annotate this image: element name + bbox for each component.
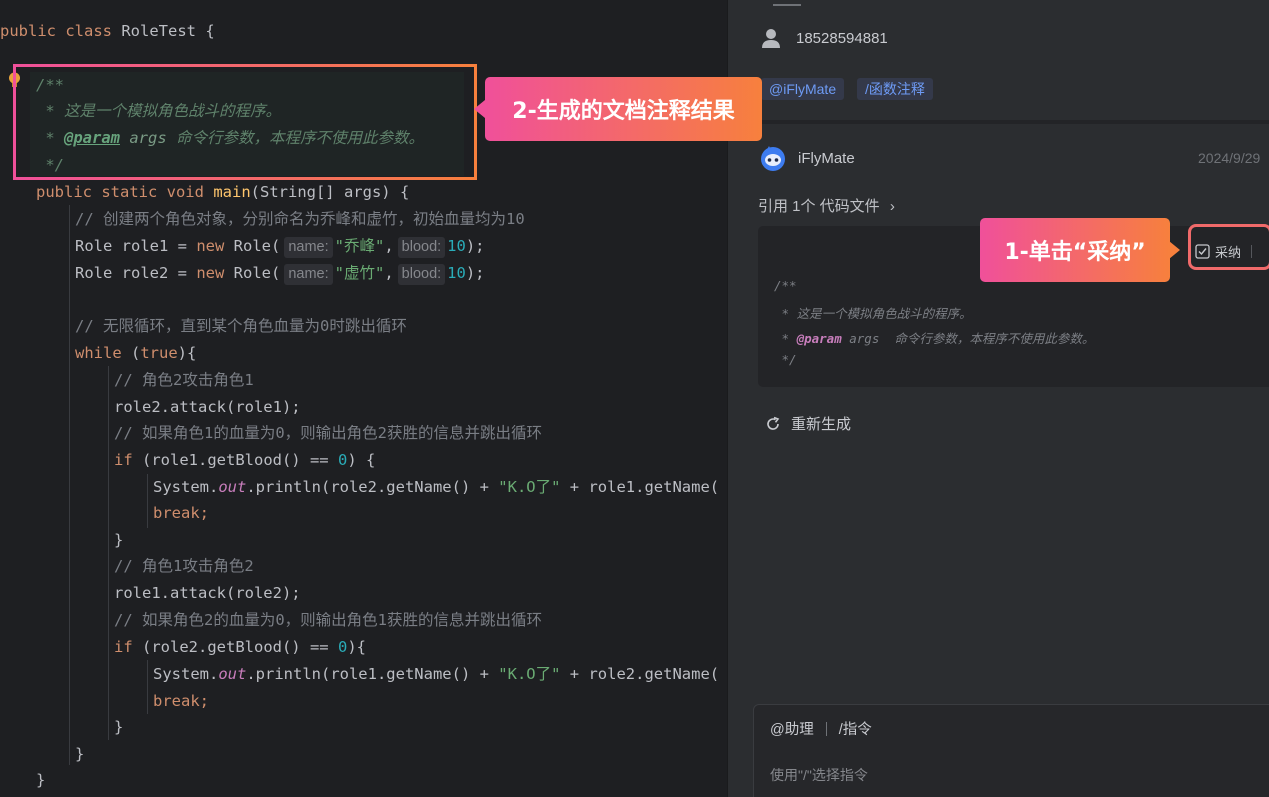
code-line: // 如果角色1的血量为0，则输出角色2获胜的信息并跳出循环	[114, 424, 542, 442]
code-line: break;	[153, 692, 209, 710]
code-line: // 角色1攻击角色2	[114, 557, 254, 575]
code-line: public static void main(String[] args) {	[36, 183, 410, 201]
code-line: System.out.println(role1.getName() + "K.…	[153, 665, 720, 683]
code-line: * 这是一个模拟角色战斗的程序。	[774, 306, 972, 321]
regenerate-button[interactable]: 重新生成	[765, 413, 851, 434]
callout-step1: 1-单击“采纳”	[980, 218, 1170, 282]
input-placeholder: 使用"/"选择指令	[770, 767, 868, 783]
indent-guide	[108, 366, 109, 740]
code-line: System.out.println(role2.getName() + "K.…	[153, 478, 720, 496]
code-line: if (role1.getBlood() == 0) {	[114, 451, 376, 469]
javadoc-highlight-box	[13, 64, 477, 180]
code-line: while (true){	[75, 344, 197, 362]
input-toolbar: @助理 /指令	[770, 718, 872, 739]
code-line: }	[36, 771, 46, 789]
code-line: }	[114, 718, 124, 736]
code-line: Role role1 = new Role(name: "乔峰", blood: 10…	[75, 233, 485, 260]
callout-arrow	[1169, 241, 1180, 259]
reference-label: 引用 1个 代码文件	[758, 198, 880, 215]
user-phone: 18528594881	[796, 29, 888, 47]
code-line: /**	[774, 278, 797, 293]
callout-step2: 2-生成的文档注释结果	[485, 77, 762, 141]
message-date: 2024/9/29	[1198, 150, 1261, 166]
bot-name: iFlyMate	[798, 149, 855, 167]
code-line: }	[75, 745, 85, 763]
chevron-right-icon: ›	[889, 198, 895, 215]
param-hint: blood:	[397, 237, 446, 258]
param-hint: blood:	[397, 264, 446, 285]
code-line: if (role2.getBlood() == 0){	[114, 638, 366, 656]
regenerate-label: 重新生成	[791, 416, 852, 433]
chat-input[interactable]: @助理 /指令 使用"/"选择指令	[753, 704, 1269, 797]
code-line: */	[774, 352, 797, 367]
bot-header: iFlyMate	[760, 145, 855, 171]
command-button[interactable]: /指令	[839, 718, 872, 739]
indent-guide	[69, 205, 70, 765]
assistant-tag[interactable]: @iFlyMate	[761, 78, 845, 100]
assist-button[interactable]: @助理	[770, 718, 814, 739]
reference-link[interactable]: 引用 1个 代码文件 ›	[758, 195, 895, 216]
callout-arrow	[474, 100, 485, 118]
code-line: role2.attack(role1);	[114, 398, 301, 416]
code-line: // 创建两个角色对象，分别命名为乔峰和虚竹，初始血量均为10	[75, 210, 525, 228]
assistant-panel: 18528594881 @iFlyMate /函数注释 iFlyMate 202…	[738, 0, 1269, 797]
code-line: }	[114, 531, 124, 549]
code-line: // 角色2攻击角色1	[114, 371, 254, 389]
code-line: * @param args 命令行参数，本程序不使用此参数。	[774, 331, 1095, 346]
code-line: // 无限循环，直到某个角色血量为0时跳出循环	[75, 317, 407, 335]
divider	[738, 120, 1269, 124]
adopt-highlight-box	[1188, 224, 1269, 270]
user-message-header: 18528594881	[762, 28, 888, 48]
code-line: // 如果角色2的血量为0，则输出角色1获胜的信息并跳出循环	[114, 611, 542, 629]
user-icon	[762, 29, 780, 48]
indent-guide	[147, 474, 148, 528]
code-line: role1.attack(role2);	[114, 584, 301, 602]
iflymate-avatar-icon	[761, 146, 785, 171]
param-hint: name:	[284, 264, 333, 285]
indent-guide	[147, 660, 148, 714]
param-hint: name:	[284, 237, 333, 258]
scroll-indicator	[773, 4, 801, 6]
code-line: break;	[153, 504, 209, 522]
command-tag[interactable]: /函数注释	[857, 78, 933, 100]
code-line: Role role2 = new Role(name: "虚竹", blood: 10…	[75, 260, 485, 287]
refresh-icon	[767, 416, 780, 430]
code-line: public class RoleTest {	[0, 22, 215, 40]
toolbar-divider	[825, 721, 827, 736]
